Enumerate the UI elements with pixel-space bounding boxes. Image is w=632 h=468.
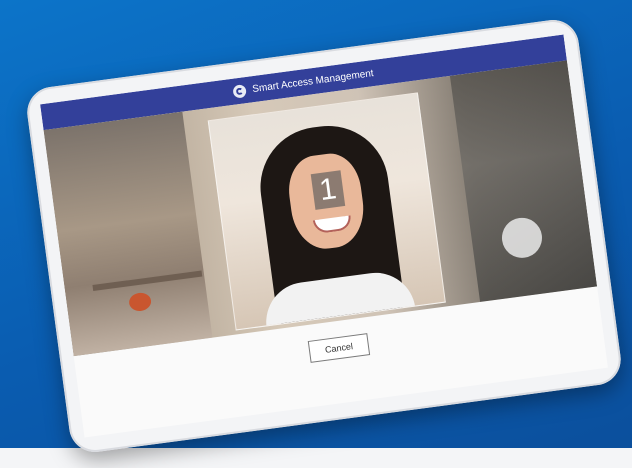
room-background	[43, 111, 213, 357]
countdown-number: 1	[310, 170, 346, 210]
logo-icon	[232, 83, 248, 99]
window-frame	[449, 60, 598, 302]
app-screen: Smart Access Management 1 Cancel	[40, 34, 608, 438]
cancel-button[interactable]: Cancel	[307, 333, 371, 363]
tablet-device: Smart Access Management 1 Cancel	[24, 16, 624, 456]
face-detection-box: 1	[207, 92, 446, 331]
